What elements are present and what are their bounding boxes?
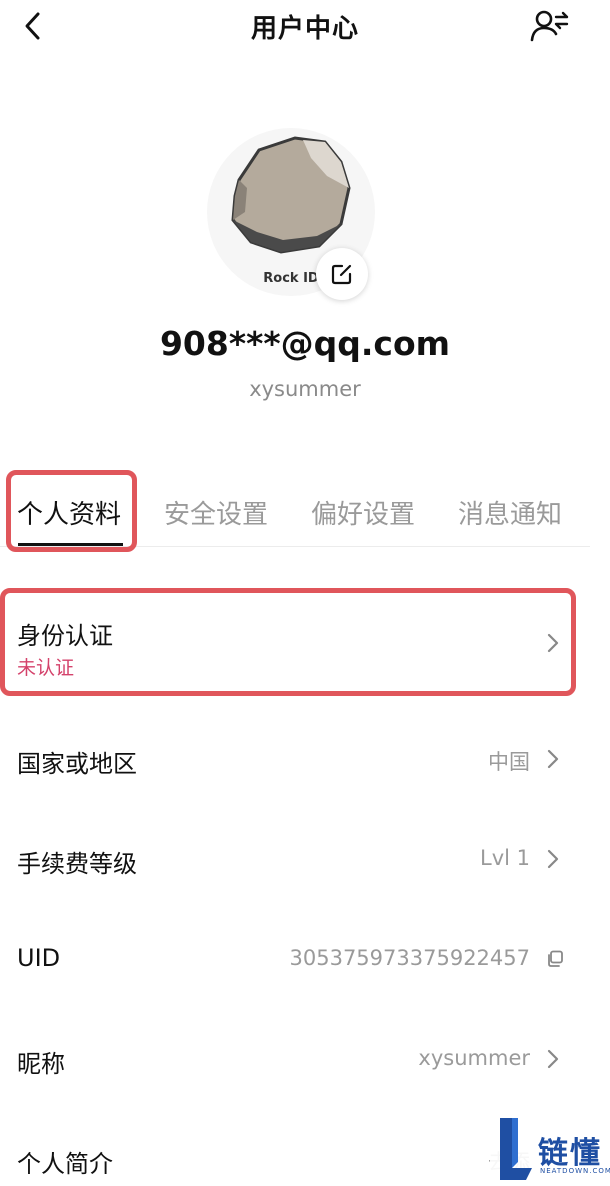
- country-label: 国家或地区: [17, 750, 137, 778]
- fee-level-row[interactable]: 手续费等级 Lvl 1: [0, 830, 600, 890]
- tab-highlight-box: [6, 470, 137, 552]
- top-bar: 用户中心: [0, 0, 610, 56]
- uid-label: UID: [17, 944, 61, 972]
- tab-security-settings[interactable]: 安全设置: [164, 494, 268, 531]
- nickname-row[interactable]: 昵称 xysummer: [0, 1030, 600, 1090]
- user-switch-icon: [530, 10, 569, 42]
- chevron-right-icon: [547, 749, 559, 769]
- tab-preference-settings[interactable]: 偏好设置: [311, 494, 415, 531]
- watermark-logo: [500, 1118, 532, 1180]
- tab-notifications[interactable]: 消息通知: [458, 494, 562, 531]
- switch-account-button[interactable]: [530, 9, 570, 45]
- country-value: 中国: [488, 750, 530, 774]
- watermark-subtext: NEATDOWN.COM: [540, 1167, 610, 1175]
- fee-level-value: Lvl 1: [480, 846, 530, 870]
- edit-avatar-button[interactable]: [316, 248, 368, 300]
- country-region-row[interactable]: 国家或地区 中国: [0, 730, 600, 790]
- watermark: 链懂 NEATDOWN.COM: [490, 1110, 610, 1186]
- nickname-label: 昵称: [17, 1050, 65, 1078]
- uid-value: 305375973375922457: [289, 946, 531, 970]
- account-username: xysummer: [249, 377, 361, 401]
- account-email: 908***@qq.com: [159, 324, 451, 363]
- edit-icon: [331, 264, 352, 285]
- page-title: 用户中心: [250, 14, 359, 44]
- watermark-text: 链懂: [538, 1136, 602, 1171]
- chevron-right-icon: [547, 1049, 559, 1069]
- chevron-right-icon: [547, 849, 559, 869]
- bio-label: 个人简介: [17, 1150, 113, 1178]
- identity-highlight-box: [0, 588, 576, 696]
- copy-icon[interactable]: [546, 950, 564, 968]
- uid-row: UID 305375973375922457: [0, 930, 600, 990]
- fee-level-label: 手续费等级: [17, 850, 137, 878]
- nickname-value: xysummer: [418, 1046, 530, 1070]
